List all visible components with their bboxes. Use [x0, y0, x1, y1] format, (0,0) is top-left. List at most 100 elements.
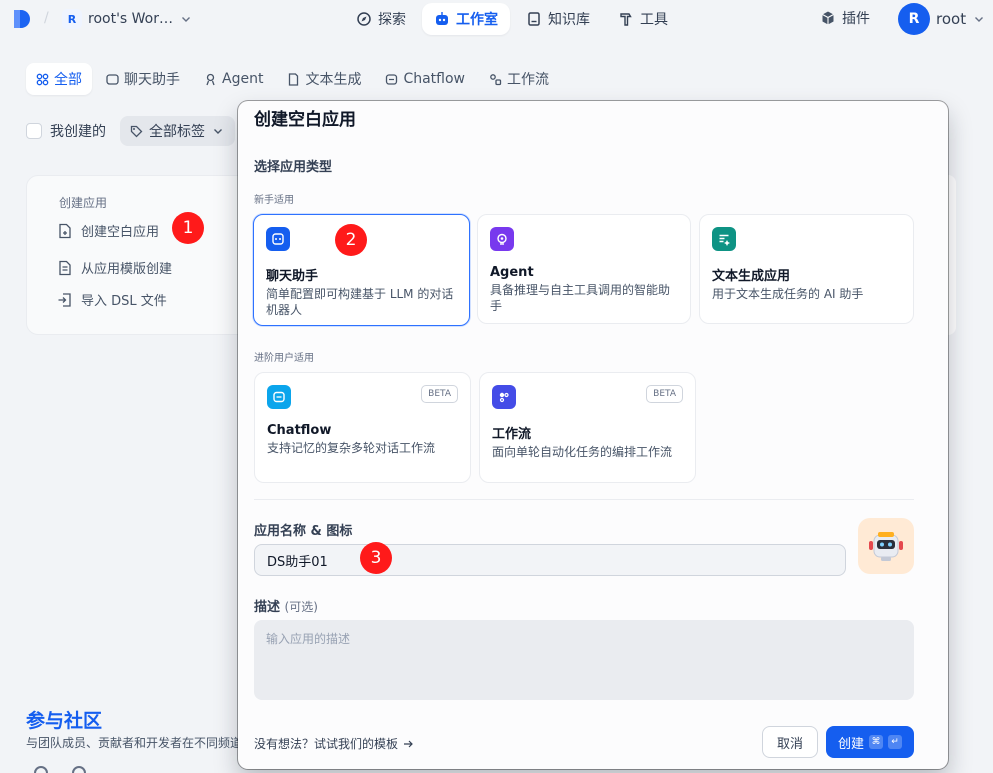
app-type-name: Agent [490, 265, 534, 280]
app-type-completion[interactable]: 文本生成应用 用于文本生成任务的 AI 助手 [699, 214, 914, 324]
template-link-label: 没有想法？试试我们的模板 [254, 737, 399, 751]
cmd-key-icon: ⌘ [869, 735, 883, 749]
arrow-right-icon [404, 740, 413, 747]
workspace-switcher[interactable]: R root's Wor… [62, 6, 193, 32]
step-badge-1: 1 [172, 212, 204, 244]
desc-label: 描述 (可选) [254, 596, 318, 615]
discord-icon[interactable] [34, 766, 48, 773]
nav-tools-label: 工具 [640, 12, 668, 28]
plugins-button[interactable]: 插件 [820, 8, 870, 28]
tab-chatflow-label: Chatflow [403, 71, 466, 87]
nav-knowledge[interactable]: 知识库 [514, 3, 602, 35]
workspace-name: root's Wor… [88, 11, 174, 27]
app-type-section-title: 选择应用类型 [254, 160, 333, 175]
create-blank-app-button[interactable]: 创建空白应用 [57, 221, 159, 240]
chevron-down-icon [214, 129, 222, 134]
grid-icon [36, 73, 49, 85]
user-name: root [936, 10, 967, 28]
chevron-down-icon [182, 17, 191, 22]
file-plus-icon [59, 223, 71, 238]
nav-tools[interactable]: 工具 [606, 3, 680, 35]
app-type-name: 聊天助手 [266, 269, 319, 284]
app-name-input[interactable]: DS助手01 [254, 544, 846, 576]
app-type-name: 工作流 [492, 427, 532, 442]
app-type-desc: 简单配置即可构建基于 LLM 的对话机器人 [266, 287, 454, 317]
chatbot-type-icon [266, 227, 290, 251]
beta-badge: BETA [421, 385, 458, 403]
tab-all[interactable]: 全部 [26, 63, 92, 95]
tab-chatbot[interactable]: 聊天助手 [96, 63, 190, 95]
nav-studio-label: 工作室 [456, 12, 498, 28]
template-link[interactable]: 没有想法？试试我们的模板 [254, 735, 414, 752]
mine-label: 我创建的 [50, 124, 106, 140]
github-icon[interactable] [72, 766, 86, 773]
chat-icon [106, 73, 119, 85]
import-icon [58, 292, 71, 307]
enter-key-icon: ↵ [888, 735, 902, 749]
import-dsl-button[interactable]: 导入 DSL 文件 [57, 290, 167, 309]
tab-completion[interactable]: 文本生成 [277, 63, 371, 95]
nav-explore[interactable]: 探索 [344, 3, 418, 35]
mine-checkbox[interactable] [26, 123, 42, 139]
tab-chatflow[interactable]: Chatflow [375, 63, 475, 95]
desc-optional: (可选) [284, 600, 318, 614]
filter-bar: 我创建的 全部标签 [26, 116, 235, 146]
create-blank-app-label: 创建空白应用 [81, 225, 160, 240]
community-links [34, 766, 86, 773]
robot-emoji-icon [869, 532, 903, 561]
beta-badge: BETA [646, 385, 683, 403]
app-type-chatflow[interactable]: BETA Chatflow 支持记忆的复杂多轮对话工作流 [254, 372, 471, 483]
app-type-workflow[interactable]: BETA 工作流 面向单轮自动化任务的编排工作流 [479, 372, 696, 483]
tab-agent-label: Agent [222, 71, 264, 87]
app-type-desc: 面向单轮自动化任务的编排工作流 [492, 445, 673, 459]
tag-filter-label: 全部标签 [149, 124, 205, 140]
chatflow-icon [386, 73, 398, 85]
create-from-template-button[interactable]: 从应用模版创建 [57, 258, 172, 277]
app-type-desc: 支持记忆的复杂多轮对话工作流 [267, 441, 436, 455]
breadcrumb-separator: / [44, 10, 49, 26]
file-template-icon [59, 260, 71, 275]
cube-icon [822, 11, 834, 25]
agent-type-icon [490, 227, 514, 251]
completion-type-icon [712, 227, 736, 251]
desc-textarea[interactable]: 输入应用的描述 [254, 620, 914, 700]
tab-workflow-label: 工作流 [507, 72, 550, 88]
book-icon [528, 12, 540, 26]
nav-explore-label: 探索 [378, 12, 406, 28]
top-bar: / R root's Wor… 探索 工作室 知识库 工具 插件 R root [0, 0, 993, 38]
user-menu[interactable]: R root [898, 3, 986, 35]
app-type-name: 文本生成应用 [712, 269, 791, 284]
category-tabs: 全部 聊天助手 Agent 文本生成 Chatflow 工作流 [26, 63, 559, 95]
workspace-avatar: R [62, 9, 82, 29]
tab-workflow[interactable]: 工作流 [479, 63, 559, 95]
tab-chatbot-label: 聊天助手 [124, 72, 180, 88]
app-icon-picker[interactable] [858, 518, 914, 574]
tag-filter-select[interactable]: 全部标签 [120, 116, 235, 146]
main-nav: 探索 工作室 知识库 工具 [344, 3, 680, 35]
dify-logo[interactable] [12, 8, 32, 30]
app-type-desc: 具备推理与自主工具调用的智能助手 [490, 283, 671, 313]
beginner-label: 新手适用 [254, 195, 294, 206]
chevron-down-icon [975, 17, 984, 22]
tab-agent[interactable]: Agent [194, 63, 273, 95]
chatflow-type-icon [267, 385, 291, 409]
advanced-label: 进阶用户适用 [254, 353, 314, 364]
hammer-icon [620, 13, 632, 26]
plugins-label: 插件 [842, 11, 870, 27]
app-type-desc: 用于文本生成任务的 AI 助手 [712, 287, 864, 301]
nav-knowledge-label: 知识库 [548, 12, 590, 28]
nav-studio[interactable]: 工作室 [422, 3, 510, 35]
create-button-label: 创建 [837, 736, 864, 752]
app-type-name: Chatflow [267, 423, 332, 438]
cancel-button[interactable]: 取消 [762, 726, 818, 758]
workflow-icon [490, 73, 502, 85]
tag-icon [130, 125, 143, 137]
create-button[interactable]: 创建 ⌘ ↵ [826, 726, 914, 758]
tab-completion-label: 文本生成 [305, 72, 362, 88]
app-type-agent[interactable]: Agent 具备推理与自主工具调用的智能助手 [477, 214, 691, 324]
compass-icon [357, 12, 371, 26]
community-title: 参与社区 [26, 710, 103, 732]
create-from-template-label: 从应用模版创建 [81, 262, 173, 277]
mine-filter[interactable]: 我创建的 [26, 121, 106, 141]
doc-icon [289, 72, 299, 86]
